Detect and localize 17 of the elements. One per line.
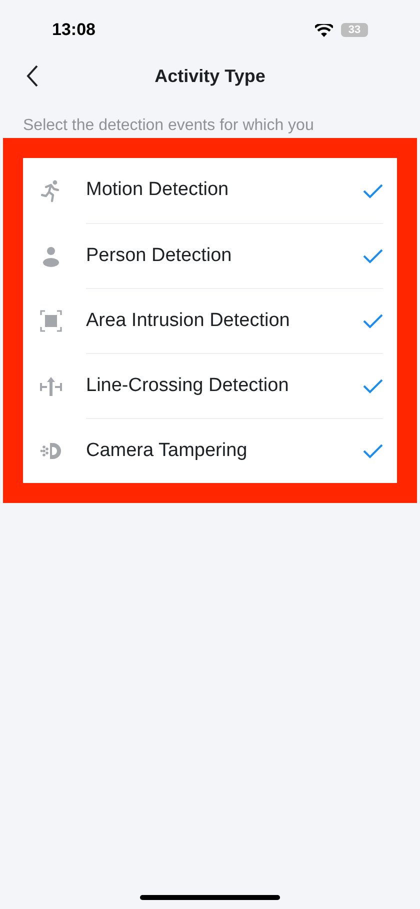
activity-row[interactable]: Line-Crossing Detection	[23, 353, 397, 418]
activity-label: Area Intrusion Detection	[86, 308, 291, 333]
activity-row[interactable]: Camera Tampering	[23, 418, 397, 483]
activity-row[interactable]: Person Detection	[23, 223, 397, 288]
back-chevron-icon	[25, 64, 39, 88]
activity-label: Camera Tampering	[86, 438, 248, 463]
activity-label: Person Detection	[86, 244, 233, 268]
description-text: Select the detection events for which you	[22, 116, 315, 136]
activity-row[interactable]: Motion Detection	[23, 158, 397, 223]
page-title: Activity Type	[154, 64, 266, 88]
activity-label: Motion Detection	[86, 178, 230, 202]
wifi-icon	[315, 24, 333, 36]
activity-label: Line-Crossing Detection	[86, 374, 290, 398]
area-frame-icon	[39, 308, 63, 332]
status-time: 13:08	[52, 19, 96, 42]
battery-indicator: 33	[341, 23, 368, 37]
activity-row[interactable]: Area Intrusion Detection	[23, 288, 397, 353]
